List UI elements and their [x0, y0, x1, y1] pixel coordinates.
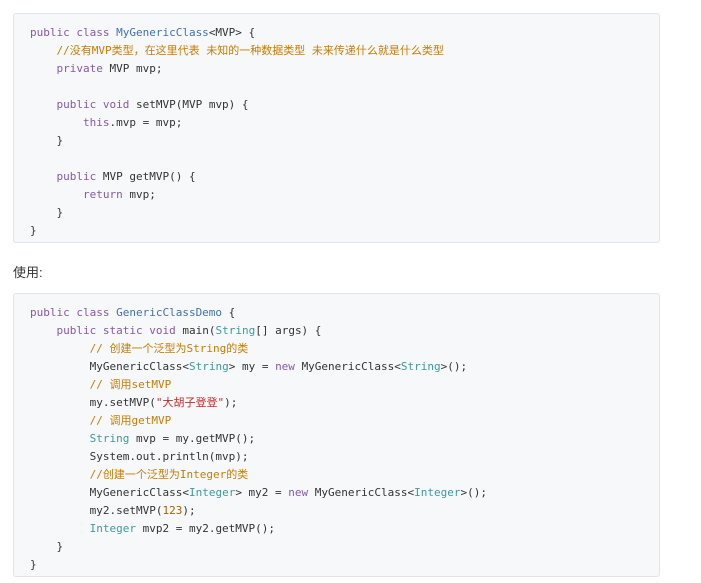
code-type-name: String — [30, 432, 130, 445]
code-line: String mvp = my.getMVP(); — [14, 430, 659, 448]
code-text: MVP mvp; — [109, 62, 163, 75]
code-block-usage-demo: public class GenericClassDemo { public s… — [13, 293, 660, 577]
code-line: my.setMVP("大胡子登登"); — [14, 394, 659, 412]
code-type-name: String — [188, 360, 229, 373]
code-type-name: String — [215, 324, 256, 337]
code-text: .mvp = mvp; — [109, 116, 183, 129]
code-line: //没有MVP类型，在这里代表 未知的一种数据类型 未来传递什么就是什么类型 — [14, 42, 659, 60]
code-text: my2.setMVP( — [30, 504, 163, 517]
code-line: } — [14, 222, 659, 240]
code-keyword: public static void — [30, 324, 183, 337]
code-line: //创建一个泛型为Integer的类 — [14, 466, 659, 484]
code-keyword: new — [288, 486, 315, 499]
code-text: mvp2 = my2.getMVP(); — [135, 522, 276, 535]
code-line: Integer mvp2 = my2.getMVP(); — [14, 520, 659, 538]
code-line: } — [14, 132, 659, 150]
code-line: MyGenericClass<String> my = new MyGeneri… — [14, 358, 659, 376]
code-line: } — [14, 556, 659, 574]
code-type-name: String — [400, 360, 441, 373]
code-text: ); — [224, 396, 238, 409]
code-comment: // 调用setMVP — [30, 378, 172, 391]
code-text: MyGenericClass< — [30, 360, 189, 373]
code-text: my.setMVP( — [30, 396, 156, 409]
code-text: main( — [182, 324, 216, 337]
code-keyword: public void — [30, 98, 136, 111]
code-line: public static void main(String[] args) { — [14, 322, 659, 340]
code-comment: // 创建一个泛型为String的类 — [30, 342, 249, 355]
code-line: this.mvp = mvp; — [14, 114, 659, 132]
code-text: ); — [182, 504, 196, 517]
code-text: MyGenericClass< — [314, 486, 415, 499]
code-type-name: Integer — [188, 486, 236, 499]
code-type-name: Integer — [30, 522, 136, 535]
code-text: mvp; — [129, 188, 156, 201]
code-text: MyGenericClass< — [30, 486, 189, 499]
code-line: } — [14, 538, 659, 556]
code-text: MVP getMVP() { — [102, 170, 196, 183]
code-line: // 调用setMVP — [14, 376, 659, 394]
code-class-name: MyGenericClass — [116, 26, 209, 39]
code-text: <MVP> { — [208, 26, 256, 39]
code-text: [] args) { — [255, 324, 322, 337]
code-line: my2.setMVP(123); — [14, 502, 659, 520]
code-text: > my2 = — [235, 486, 289, 499]
code-text: >(); — [460, 486, 488, 499]
code-line: public class MyGenericClass<MVP> { — [14, 24, 659, 42]
code-line: } — [14, 204, 659, 222]
code-text: } — [30, 540, 64, 553]
code-text: mvp = my.getMVP(); — [129, 432, 256, 445]
code-text: } — [30, 134, 64, 147]
code-text: >(); — [440, 360, 468, 373]
code-number-literal: 123 — [162, 504, 183, 517]
code-keyword: public class — [30, 306, 117, 319]
code-keyword: new — [275, 360, 302, 373]
code-comment: // 调用getMVP — [30, 414, 172, 427]
code-line: System.out.println(mvp); — [14, 448, 659, 466]
code-type-name: Integer — [414, 486, 461, 499]
code-line: public class GenericClassDemo { — [14, 304, 659, 322]
section-label-usage: 使用: — [13, 265, 43, 280]
code-comment: //创建一个泛型为Integer的类 — [30, 468, 249, 481]
code-text: MyGenericClass< — [301, 360, 401, 373]
code-line: // 调用getMVP — [14, 412, 659, 430]
code-text: > my = — [228, 360, 276, 373]
code-block-class-definition: public class MyGenericClass<MVP> { //没有M… — [13, 13, 660, 243]
code-keyword: public class — [30, 26, 117, 39]
code-line: return mvp; — [14, 186, 659, 204]
code-text: } — [30, 206, 64, 219]
code-keyword: this — [30, 116, 110, 129]
code-keyword: return — [30, 188, 130, 201]
code-string-literal: "大胡子登登" — [155, 396, 225, 409]
code-class-name: GenericClassDemo — [116, 306, 223, 319]
code-text: { — [222, 306, 236, 319]
code-keyword: private — [30, 62, 110, 75]
code-line: public MVP getMVP() { — [14, 168, 659, 186]
code-line: // 创建一个泛型为String的类 — [14, 340, 659, 358]
code-line: MyGenericClass<Integer> my2 = new MyGene… — [14, 484, 659, 502]
code-line: public void setMVP(MVP mvp) { — [14, 96, 659, 114]
code-text: System.out.println(mvp); — [30, 450, 249, 463]
code-keyword: public — [30, 170, 103, 183]
code-line: private MVP mvp; — [14, 60, 659, 78]
code-text: } — [30, 558, 37, 571]
code-text: } — [30, 224, 37, 237]
code-text: setMVP(MVP mvp) { — [135, 98, 249, 111]
code-comment: //没有MVP类型，在这里代表 未知的一种数据类型 未来传递什么就是什么类型 — [30, 44, 444, 57]
